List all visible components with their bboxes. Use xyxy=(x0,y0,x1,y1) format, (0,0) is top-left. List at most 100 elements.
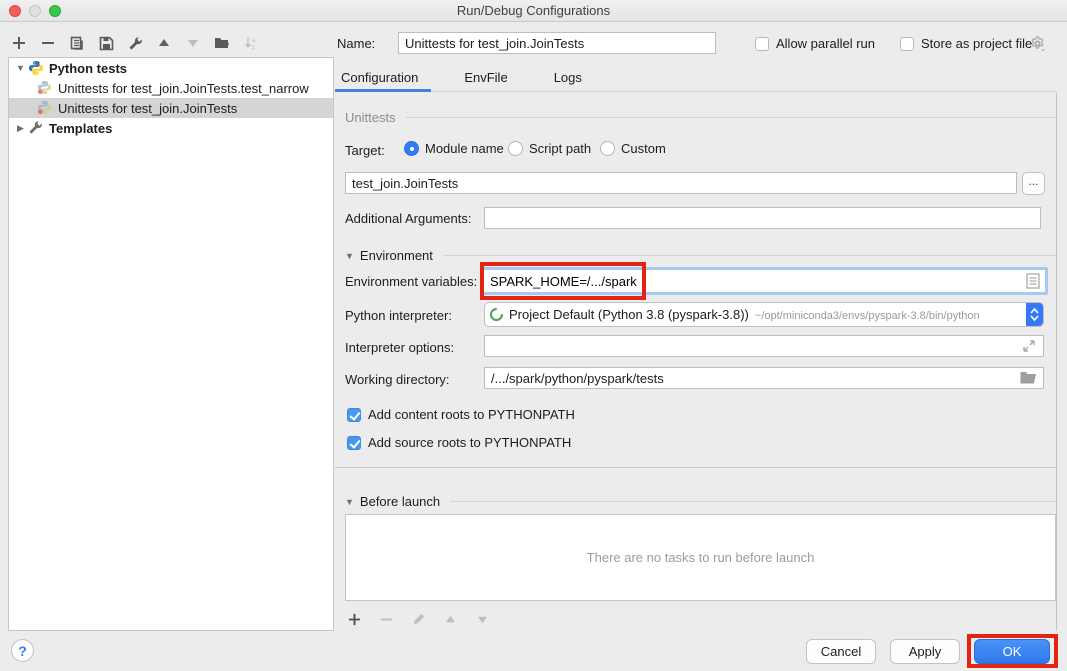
tab-logs[interactable]: Logs xyxy=(548,68,588,92)
python-icon xyxy=(28,60,44,76)
checkbox-unchecked[interactable] xyxy=(900,37,914,51)
interpreter-options-input[interactable] xyxy=(484,335,1044,357)
help-button[interactable]: ? xyxy=(11,639,34,662)
move-task-up-icon xyxy=(441,610,459,628)
unittests-section-title: Unittests xyxy=(345,110,396,125)
python-test-icon xyxy=(37,100,53,116)
environment-variables-input[interactable] xyxy=(484,271,1026,291)
chevron-down-icon[interactable]: ▼ xyxy=(345,251,354,261)
add-content-roots-label: Add content roots to PYTHONPATH xyxy=(368,407,575,422)
move-down-icon xyxy=(184,34,202,52)
interpreter-options-label: Interpreter options: xyxy=(345,340,454,355)
environment-variables-label: Environment variables: xyxy=(345,274,477,289)
radio-custom[interactable]: Custom xyxy=(600,141,666,156)
svg-text:a: a xyxy=(252,38,256,44)
browse-env-variables-icon[interactable] xyxy=(1026,273,1040,289)
interpreter-value: Project Default (Python 3.8 (pyspark-3.8… xyxy=(504,307,1026,322)
browse-target-button[interactable]: ... xyxy=(1022,172,1045,195)
section-rule xyxy=(450,501,1056,502)
python-interpreter-label: Python interpreter: xyxy=(345,308,452,323)
wrench-icon xyxy=(28,120,44,136)
add-task-button[interactable] xyxy=(345,610,363,628)
dropdown-stepper-icon[interactable] xyxy=(1026,302,1043,327)
radio-module-name-label: Module name xyxy=(425,141,504,156)
working-directory-label: Working directory: xyxy=(345,372,450,387)
tree-item-unittests-jointests[interactable]: Unittests for test_join.JoinTests xyxy=(9,98,333,118)
radio-selected-icon[interactable] xyxy=(404,141,419,156)
additional-arguments-input[interactable] xyxy=(484,207,1041,229)
store-as-project-file-label: Store as project file xyxy=(921,36,1032,51)
folder-icon[interactable] xyxy=(1020,370,1037,387)
chevron-right-icon[interactable]: ▶ xyxy=(15,123,26,134)
sort-configurations-icon: az xyxy=(242,34,260,52)
run-debug-configurations-dialog: Run/Debug Configurations az ▼ Pyt xyxy=(0,0,1067,671)
radio-unselected-icon[interactable] xyxy=(600,141,615,156)
edit-templates-wrench-icon[interactable] xyxy=(126,34,144,52)
allow-parallel-run-checkbox[interactable]: Allow parallel run xyxy=(755,36,875,51)
move-task-down-icon xyxy=(473,610,491,628)
python-test-icon xyxy=(37,80,53,96)
radio-script-path[interactable]: Script path xyxy=(508,141,591,156)
tree-item-unittests-narrow[interactable]: Unittests for test_join.JoinTests.test_n… xyxy=(9,78,333,98)
save-configuration-icon[interactable] xyxy=(97,34,115,52)
environment-section-title: Environment xyxy=(360,248,433,263)
before-launch-task-list: There are no tasks to run before launch xyxy=(345,514,1056,601)
tree-item-label: Unittests for test_join.JoinTests xyxy=(58,101,237,116)
store-as-project-file-checkbox[interactable]: Store as project file xyxy=(900,36,1032,51)
allow-parallel-run-label: Allow parallel run xyxy=(776,36,875,51)
before-launch-empty-text: There are no tasks to run before launch xyxy=(587,550,815,565)
edit-task-pencil-icon xyxy=(409,610,427,628)
add-source-roots-checkbox[interactable]: Add source roots to PYTHONPATH xyxy=(347,435,571,450)
python-interpreter-dropdown[interactable]: Project Default (Python 3.8 (pyspark-3.8… xyxy=(484,302,1044,327)
tree-item-label: Templates xyxy=(49,121,112,136)
cancel-button[interactable]: Cancel xyxy=(806,639,876,664)
conda-env-icon xyxy=(489,307,504,322)
environment-section-header[interactable]: ▼ Environment xyxy=(345,248,1056,263)
chevron-down-icon[interactable]: ▼ xyxy=(345,497,354,507)
configurations-tree: ▼ Python tests Unittests for test_join.J… xyxy=(8,57,334,631)
checkbox-checked[interactable] xyxy=(347,436,361,450)
create-folder-icon[interactable] xyxy=(213,34,231,52)
add-content-roots-checkbox[interactable]: Add content roots to PYTHONPATH xyxy=(347,407,575,422)
copy-configuration-icon[interactable] xyxy=(68,34,86,52)
radio-module-name[interactable]: Module name xyxy=(404,141,504,156)
tab-envfile[interactable]: EnvFile xyxy=(458,68,513,92)
svg-text:z: z xyxy=(252,45,255,50)
name-input[interactable] xyxy=(398,32,716,54)
tree-item-python-tests[interactable]: ▼ Python tests xyxy=(9,58,333,78)
gear-icon[interactable] xyxy=(1029,35,1047,53)
section-rule xyxy=(443,255,1056,256)
name-label: Name: xyxy=(337,36,375,51)
additional-arguments-label: Additional Arguments: xyxy=(345,211,471,226)
panel-bottom-border xyxy=(335,467,1056,468)
checkbox-checked[interactable] xyxy=(347,408,361,422)
ok-button[interactable]: OK xyxy=(974,639,1050,664)
target-input[interactable] xyxy=(345,172,1017,194)
before-launch-section-header[interactable]: ▼ Before launch xyxy=(345,494,1056,509)
title-bar: Run/Debug Configurations xyxy=(0,0,1067,22)
environment-variables-field[interactable] xyxy=(481,267,1048,295)
before-launch-title: Before launch xyxy=(360,494,440,509)
working-directory-input[interactable] xyxy=(484,367,1044,389)
radio-script-path-label: Script path xyxy=(529,141,591,156)
unittests-section-header: Unittests xyxy=(345,110,1056,125)
move-up-icon[interactable] xyxy=(155,34,173,52)
apply-button[interactable]: Apply xyxy=(890,639,960,664)
radio-custom-label: Custom xyxy=(621,141,666,156)
before-launch-toolbar xyxy=(345,610,491,628)
remove-configuration-button[interactable] xyxy=(39,34,57,52)
section-rule xyxy=(406,117,1056,118)
remove-task-button xyxy=(377,610,395,628)
add-configuration-button[interactable] xyxy=(10,34,28,52)
active-tab-underline xyxy=(335,89,431,92)
tree-item-templates[interactable]: ▶ Templates xyxy=(9,118,333,138)
chevron-down-icon[interactable]: ▼ xyxy=(15,63,26,73)
expand-field-icon[interactable] xyxy=(1022,339,1036,356)
checkbox-unchecked[interactable] xyxy=(755,37,769,51)
panel-right-border xyxy=(1056,92,1057,631)
radio-unselected-icon[interactable] xyxy=(508,141,523,156)
tree-item-label: Python tests xyxy=(49,61,127,76)
target-label: Target: xyxy=(345,143,385,158)
add-source-roots-label: Add source roots to PYTHONPATH xyxy=(368,435,571,450)
configurations-toolbar: az xyxy=(10,32,260,54)
